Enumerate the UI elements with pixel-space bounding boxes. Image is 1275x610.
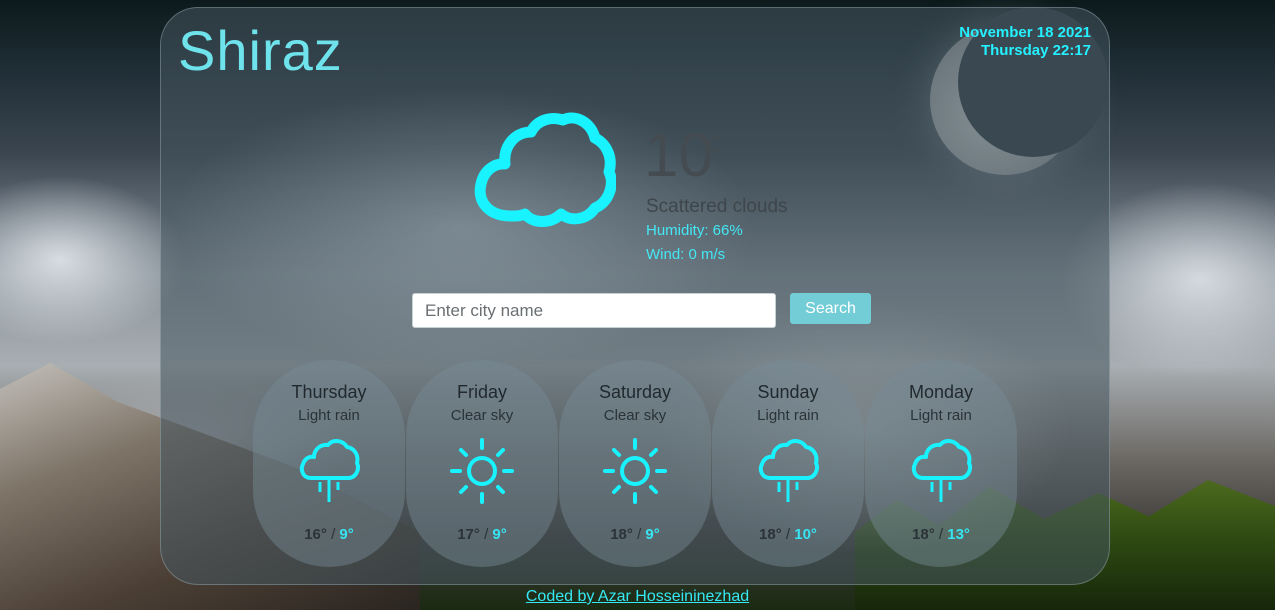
weather-description: Scattered clouds xyxy=(646,196,788,217)
author-link[interactable]: Coded by Azar Hosseininezhad xyxy=(526,588,749,605)
forecast-day-name: Monday xyxy=(908,382,974,402)
forecast-condition: Clear sky xyxy=(450,407,514,424)
forecast-day-name: Friday xyxy=(456,382,507,402)
forecast-day: Sunday Light rain 18° / 10° xyxy=(712,360,864,567)
forecast-condition: Light rain xyxy=(298,407,360,424)
rain-cloud-icon xyxy=(758,439,819,502)
wind-text: Wind: 0 m/s xyxy=(646,246,726,263)
forecast-temps: 18° / 10° xyxy=(759,526,817,543)
max-temp: 17° xyxy=(457,526,480,543)
rain-cloud-icon xyxy=(299,439,360,502)
forecast-day-name: Thursday xyxy=(291,382,367,402)
min-temp: 9° xyxy=(492,526,507,543)
max-temp: 18° xyxy=(759,526,782,543)
forecast-condition: Light rain xyxy=(757,407,819,424)
forecast-temps: 18° / 13° xyxy=(912,526,970,543)
min-temp: 9° xyxy=(339,526,354,543)
min-temp: 9° xyxy=(645,526,660,543)
weather-card: Shiraz November 18 2021 Thursday 22:17 1… xyxy=(160,7,1110,585)
date-text: November 18 2021 xyxy=(959,24,1091,41)
forecast-condition: Clear sky xyxy=(603,407,667,424)
forecast-day: Saturday Clear sky 18° / 9° xyxy=(559,360,711,567)
forecast-condition: Light rain xyxy=(910,407,972,424)
max-temp: 16° xyxy=(304,526,327,543)
forecast-temps: 18° / 9° xyxy=(610,526,660,543)
min-temp: 13° xyxy=(947,526,970,543)
humidity-text: Humidity: 66% xyxy=(646,222,743,239)
min-temp: 10° xyxy=(794,526,817,543)
day-time-text: Thursday 22:17 xyxy=(980,42,1091,59)
footer: Coded by Azar Hosseininezhad xyxy=(0,586,1275,606)
city-search-input[interactable] xyxy=(412,293,776,328)
sun-icon xyxy=(450,438,514,504)
temperature-unit: °C xyxy=(698,132,723,157)
forecast-day-name: Saturday xyxy=(598,382,672,402)
forecast-temps: 17° / 9° xyxy=(457,526,507,543)
search-button[interactable]: Search xyxy=(790,293,871,324)
rain-cloud-icon xyxy=(911,439,972,502)
sun-icon xyxy=(603,438,667,504)
date-time: November 18 2021 Thursday 22:17 xyxy=(959,24,1091,60)
forecast-day-name: Sunday xyxy=(757,382,819,402)
forecast-day: Thursday Light rain 16° / 9° xyxy=(253,360,405,567)
max-temp: 18° xyxy=(610,526,633,543)
city-name: Shiraz xyxy=(178,19,343,82)
forecast-day: Monday Light rain 18° / 13° xyxy=(865,360,1017,567)
forecast-day: Friday Clear sky 17° / 9° xyxy=(406,360,558,567)
max-temp: 18° xyxy=(912,526,935,543)
forecast-temps: 16° / 9° xyxy=(304,526,354,543)
cloud-icon xyxy=(474,112,616,227)
